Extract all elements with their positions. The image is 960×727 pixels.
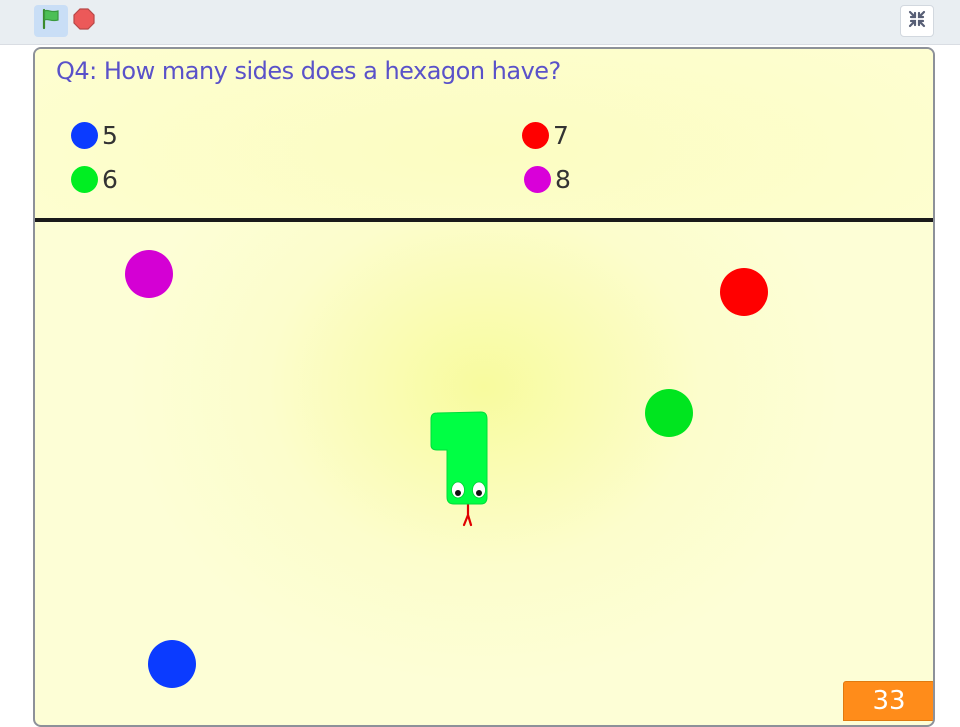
answer-c-label: 7 xyxy=(553,120,569,150)
answer-option-c: 7 xyxy=(522,120,569,150)
magenta-ball xyxy=(125,250,173,298)
answer-c-dot xyxy=(522,121,549,149)
answer-option-a: 5 xyxy=(71,120,118,150)
question-panel: Q4: How many sides does a hexagon have? … xyxy=(35,49,933,222)
exit-fullscreen-button[interactable] xyxy=(900,5,934,37)
answer-d-dot xyxy=(524,165,551,193)
answer-b-label: 6 xyxy=(102,164,118,194)
exit-fullscreen-icon xyxy=(908,10,926,32)
green-flag-icon xyxy=(40,8,62,34)
red-ball xyxy=(720,268,768,316)
answer-d-label: 8 xyxy=(555,164,571,194)
answer-a-label: 5 xyxy=(102,120,118,150)
blue-ball xyxy=(148,640,196,688)
timer-display: 33 xyxy=(843,681,933,721)
answer-option-b: 6 xyxy=(71,164,118,194)
stop-sign-icon xyxy=(73,8,95,34)
answer-b-dot xyxy=(71,165,98,193)
stage-toolbar xyxy=(0,0,960,45)
snake-tongue xyxy=(462,501,473,527)
green-ball xyxy=(645,389,693,437)
answer-option-d: 8 xyxy=(524,164,571,194)
answer-a-dot xyxy=(71,121,98,149)
question-text: Q4: How many sides does a hexagon have? xyxy=(56,57,561,85)
stop-button[interactable] xyxy=(70,5,98,37)
snake-player xyxy=(429,409,499,538)
game-stage[interactable]: Q4: How many sides does a hexagon have? … xyxy=(33,47,935,727)
green-flag-button[interactable] xyxy=(34,5,68,37)
